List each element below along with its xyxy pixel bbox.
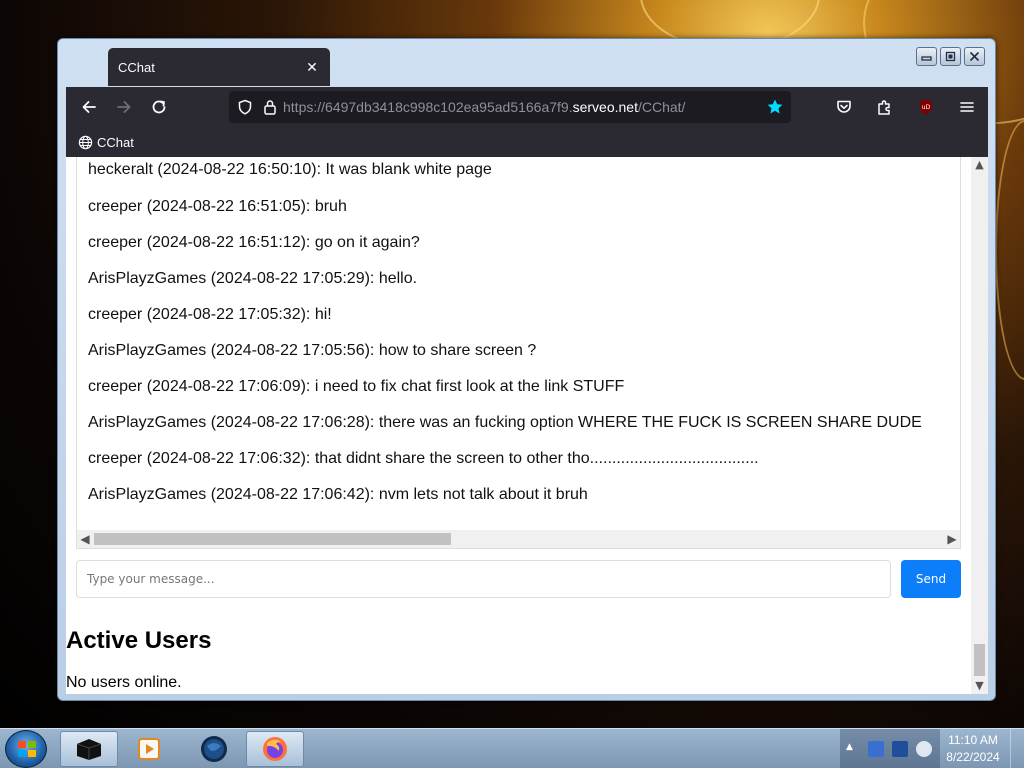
reload-button[interactable] bbox=[144, 92, 174, 122]
url-prefix: https://6497db3418c998c102ea95ad5166a7f9… bbox=[283, 99, 573, 115]
bookmark-label: CChat bbox=[97, 134, 134, 150]
show-desktop-button[interactable] bbox=[1010, 729, 1024, 768]
display-icon[interactable] bbox=[892, 741, 908, 757]
scroll-right-icon[interactable]: ▶ bbox=[944, 531, 960, 547]
url-path: /CChat/ bbox=[637, 99, 686, 115]
globe-app-icon bbox=[201, 736, 227, 762]
ublock-button[interactable]: uD bbox=[911, 92, 941, 122]
horizontal-scroll-thumb[interactable] bbox=[94, 533, 451, 545]
tab-close-icon[interactable]: ✕ bbox=[304, 59, 320, 75]
chat-message: creeper (2024-08-22 16:51:12): go on it … bbox=[88, 234, 420, 251]
send-button[interactable]: Send bbox=[901, 560, 961, 598]
nav-toolbar: https://6497db3418c998c102ea95ad5166a7f9… bbox=[66, 87, 988, 127]
system-tray: ▲ bbox=[840, 729, 940, 768]
wallpaper-swirl bbox=[995, 120, 1024, 380]
globe-icon bbox=[78, 135, 93, 149]
chat-message: creeper (2024-08-22 17:06:32): that didn… bbox=[88, 450, 759, 467]
reload-icon bbox=[152, 100, 166, 114]
pocket-button[interactable] bbox=[829, 92, 859, 122]
tab-title: CChat bbox=[118, 59, 155, 75]
page-content: heckeralt (2024-08-22 16:50:10): It was … bbox=[66, 157, 988, 694]
chat-message: ArisPlayzGames (2024-08-22 17:06:42): nv… bbox=[88, 486, 588, 503]
taskbar: ▲ 11:10 AM 8/22/2024 bbox=[0, 728, 1024, 768]
hamburger-icon bbox=[960, 102, 974, 112]
bookmark-cchat[interactable]: CChat bbox=[78, 135, 134, 150]
browser-window: CChat ✕ https://6497db3418c998c102ea95ad… bbox=[57, 38, 996, 701]
bookmarks-bar: CChat bbox=[66, 127, 988, 157]
scroll-down-icon[interactable]: ▼ bbox=[972, 678, 987, 694]
shield-icon[interactable] bbox=[237, 99, 253, 115]
maximize-button[interactable] bbox=[940, 47, 961, 66]
back-button[interactable] bbox=[74, 92, 104, 122]
scroll-up-icon[interactable]: ▲ bbox=[972, 157, 987, 173]
taskbar-clock[interactable]: 11:10 AM 8/22/2024 bbox=[943, 732, 1003, 766]
chat-message: creeper (2024-08-22 17:06:09): i need to… bbox=[88, 378, 625, 395]
extensions-button[interactable] bbox=[870, 92, 900, 122]
arrow-right-icon bbox=[117, 101, 131, 113]
active-users-heading: Active Users bbox=[66, 627, 212, 654]
taskbar-app-media[interactable] bbox=[120, 731, 178, 767]
scroll-left-icon[interactable]: ◀ bbox=[77, 531, 93, 547]
start-button[interactable] bbox=[5, 730, 47, 768]
maximize-icon bbox=[945, 51, 956, 62]
chat-box[interactable]: heckeralt (2024-08-22 16:50:10): It was … bbox=[76, 157, 961, 549]
volume-icon[interactable] bbox=[916, 741, 932, 757]
page-vertical-scrollbar[interactable]: ▲ ▼ bbox=[971, 157, 988, 694]
puzzle-icon bbox=[878, 100, 890, 115]
chat-message: ArisPlayzGames (2024-08-22 17:05:56): ho… bbox=[88, 342, 537, 359]
url-host: serveo.net bbox=[572, 99, 638, 115]
menu-button[interactable] bbox=[952, 92, 982, 122]
pocket-icon bbox=[837, 100, 851, 113]
active-users-status: No users online. bbox=[66, 674, 182, 691]
windows-logo-icon bbox=[18, 741, 36, 757]
message-input[interactable] bbox=[76, 560, 891, 598]
clock-date: 8/22/2024 bbox=[946, 750, 1000, 764]
clock-time: 11:10 AM bbox=[948, 733, 998, 747]
terminal-icon bbox=[76, 739, 102, 760]
chat-message: creeper (2024-08-22 16:51:05): bruh bbox=[88, 198, 347, 215]
chat-horizontal-scrollbar[interactable]: ◀ ▶ bbox=[77, 530, 960, 548]
window-controls bbox=[916, 47, 985, 66]
taskbar-app-globe[interactable] bbox=[185, 731, 243, 767]
network-icon[interactable] bbox=[868, 741, 884, 757]
svg-text:uD: uD bbox=[922, 104, 931, 111]
vertical-scroll-thumb[interactable] bbox=[974, 644, 985, 676]
ublock-icon: uD bbox=[920, 99, 932, 115]
arrow-left-icon bbox=[82, 101, 96, 113]
close-icon bbox=[969, 51, 980, 62]
taskbar-app-terminal[interactable] bbox=[60, 731, 118, 767]
forward-button[interactable] bbox=[109, 92, 139, 122]
message-list: heckeralt (2024-08-22 16:50:10): It was … bbox=[77, 157, 960, 517]
tab-strip: CChat ✕ bbox=[66, 45, 987, 87]
chat-message: ArisPlayzGames (2024-08-22 17:05:29): he… bbox=[88, 270, 418, 287]
taskbar-app-firefox[interactable] bbox=[246, 731, 304, 767]
minimize-button[interactable] bbox=[916, 47, 937, 66]
chat-message: creeper (2024-08-22 17:05:32): hi! bbox=[88, 306, 332, 323]
media-player-icon bbox=[138, 738, 160, 760]
url-bar[interactable]: https://6497db3418c998c102ea95ad5166a7f9… bbox=[229, 91, 791, 123]
toolbar-right-icons: uD bbox=[824, 92, 982, 122]
show-hidden-icons-icon[interactable]: ▲ bbox=[846, 742, 853, 752]
firefox-icon bbox=[263, 737, 287, 761]
minimize-icon bbox=[921, 56, 932, 61]
tab-cchat[interactable]: CChat ✕ bbox=[108, 48, 330, 86]
lock-icon[interactable] bbox=[263, 99, 277, 115]
message-input-row: Send bbox=[76, 560, 961, 598]
chat-message: ArisPlayzGames (2024-08-22 17:06:28): th… bbox=[88, 414, 922, 431]
close-window-button[interactable] bbox=[964, 47, 985, 66]
chat-message: heckeralt (2024-08-22 16:50:10): It was … bbox=[88, 161, 492, 178]
url-text[interactable]: https://6497db3418c998c102ea95ad5166a7f9… bbox=[283, 99, 685, 115]
star-icon[interactable] bbox=[766, 98, 784, 116]
